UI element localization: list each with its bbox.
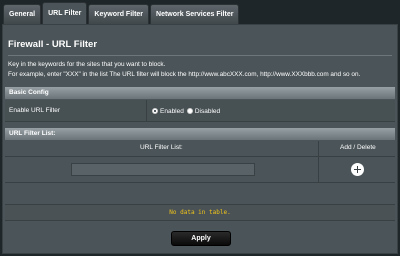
apply-button[interactable]: Apply [171, 231, 231, 246]
empty-table-message: No data in table. [5, 204, 395, 221]
url-filter-panel: Firewall - URL Filter Key in the keyword… [2, 24, 398, 254]
url-filter-list-header: URL Filter List: [5, 128, 395, 140]
enabled-radio-label[interactable]: Enabled [160, 108, 184, 115]
table-column-divider [318, 141, 319, 183]
tab-bar: General URL Filter Keyword Filter Networ… [3, 2, 240, 24]
disabled-radio-label[interactable]: Disabled [195, 108, 220, 115]
tab-general[interactable]: General [3, 4, 42, 24]
page-title: Firewall - URL Filter [8, 39, 98, 50]
description-line-2: For example, enter "XXX" in the list The… [8, 71, 361, 78]
url-filter-input[interactable] [71, 163, 255, 176]
enable-url-filter-label: Enable URL Filter [9, 107, 61, 114]
enable-url-filter-row: Enable URL Filter Enabled Disabled [5, 100, 395, 122]
tab-network-services-filter[interactable]: Network Services Filter [150, 4, 240, 24]
basic-config-header: Basic Config [5, 87, 395, 99]
column-header-add-delete: Add / Delete [340, 144, 376, 151]
config-column-divider [146, 100, 147, 122]
column-header-url-filter-list: URL Filter List: [140, 144, 183, 151]
enable-radio-group: Enabled Disabled [152, 105, 223, 117]
table-header-divider [5, 156, 395, 157]
tab-keyword-filter[interactable]: Keyword Filter [88, 4, 150, 24]
url-filter-table: URL Filter List: Add / Delete [5, 141, 395, 183]
disabled-radio[interactable] [186, 108, 193, 114]
title-divider [8, 55, 392, 56]
description-line-1: Key in the keywords for the sites that y… [8, 61, 166, 68]
tab-url-filter[interactable]: URL Filter [42, 2, 88, 24]
enabled-radio[interactable] [152, 108, 158, 114]
add-url-button[interactable] [351, 163, 364, 176]
router-admin-page: General URL Filter Keyword Filter Networ… [0, 0, 400, 256]
